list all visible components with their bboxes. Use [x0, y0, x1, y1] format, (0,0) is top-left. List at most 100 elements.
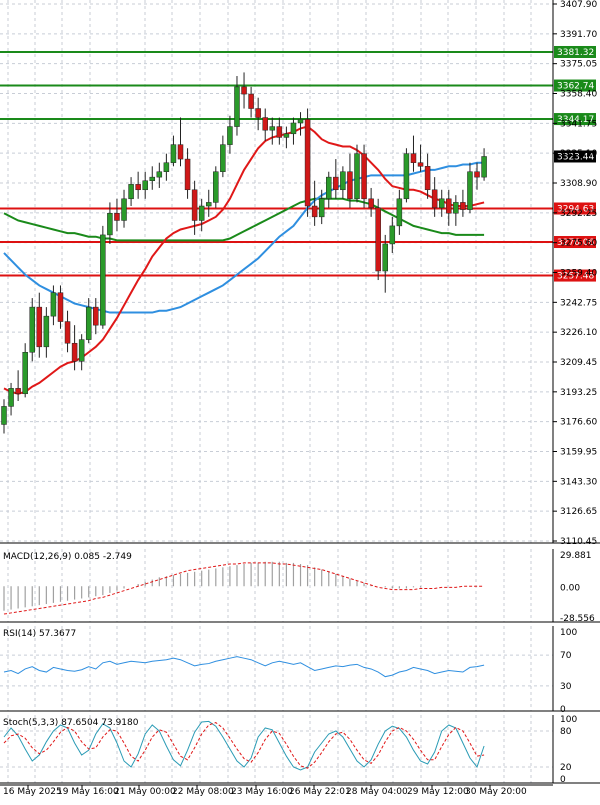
candle-body: [347, 171, 353, 200]
x-tick-label: 16 May 2025: [3, 787, 62, 797]
candle-body: [220, 144, 226, 172]
candle-body: [417, 162, 424, 167]
stoch-tick-label: 80: [560, 727, 572, 737]
price-tick-label: 3391.70: [560, 30, 597, 40]
price-tick-label: 3375.05: [560, 60, 597, 70]
x-tick-label: 21 May 00:00: [114, 787, 176, 797]
price-tick-label: 3159.95: [560, 448, 597, 458]
rsi-tick-label: 30: [560, 682, 572, 692]
grid-layer: [0, 0, 553, 783]
x-tick-label: 28 May 04:00: [346, 787, 408, 797]
candle-body: [290, 122, 297, 135]
candle-body: [100, 234, 106, 326]
candle-body: [149, 176, 156, 181]
price-tick-label: 3209.45: [560, 358, 597, 368]
ma-slow-line: [3, 197, 485, 242]
candle-body: [255, 108, 261, 118]
candle-body: [213, 171, 219, 203]
level-tag-label: 3381.32: [557, 48, 594, 58]
x-tick-label: 26 May 22:01: [289, 787, 351, 797]
candle-body: [198, 205, 205, 221]
stoch-tick-label: 100: [560, 715, 577, 725]
candle-body: [304, 119, 311, 207]
candle-body: [283, 133, 290, 138]
rsi-tick-label: 70: [560, 651, 572, 661]
macd-label: MACD(12,26,9) 0.085 -2.749: [3, 552, 132, 562]
candle-body: [262, 117, 268, 131]
price-tick-label: 3126.65: [560, 507, 597, 517]
price-tick-label: 3176.60: [560, 418, 597, 428]
candle-body: [22, 352, 28, 395]
candle-body: [318, 198, 325, 218]
candle-body: [368, 198, 374, 209]
candle-body: [361, 153, 367, 200]
price-tick-label: 3341.75: [560, 119, 597, 129]
candle-body: [382, 243, 388, 272]
x-tick-label: 29 May 12:00: [407, 787, 469, 797]
candle-body: [71, 342, 78, 362]
candles: [1, 72, 487, 434]
candle-body: [438, 198, 445, 209]
candle-body: [78, 339, 85, 362]
price-tick-label: 3242.75: [560, 298, 597, 308]
price-tick-label: 3110.45: [560, 537, 597, 547]
candle-body: [467, 171, 473, 210]
candle-body: [36, 306, 43, 348]
candle-body: [177, 144, 184, 160]
stoch-tick-label: 20: [560, 763, 572, 773]
macd-panel: [3, 561, 485, 615]
candle-body: [248, 93, 254, 109]
price-tick-label: 3292.25: [560, 209, 597, 219]
candle-body: [121, 198, 127, 221]
candle-body: [340, 171, 346, 191]
ma-mid-line: [3, 161, 485, 314]
candle-body: [57, 292, 64, 322]
candle-body: [184, 158, 191, 191]
candle-body: [163, 162, 170, 172]
candle-body: [276, 126, 283, 138]
candle-body: [375, 207, 381, 272]
rsi-tick-label: 100: [560, 628, 577, 638]
candle-body: [107, 212, 113, 236]
price-tick-label: 3143.30: [560, 477, 597, 487]
price-tick-label: 3226.10: [560, 328, 597, 338]
x-tick-label: 19 May 16:00: [57, 787, 119, 797]
candle-body: [43, 315, 50, 348]
candle-body: [227, 126, 233, 145]
candle-body: [234, 86, 240, 127]
candle-body: [205, 202, 212, 207]
price-tick-label: 3259.40: [560, 269, 597, 279]
candle-body: [410, 153, 417, 163]
candle-body: [50, 292, 57, 317]
candle-body: [29, 306, 35, 353]
candle-body: [93, 306, 99, 326]
candle-body: [8, 388, 14, 407]
candle-body: [453, 202, 459, 214]
horizontal-levels: 3381.323362.743344.173294.633276.063257.…: [0, 45, 596, 282]
candle-body: [431, 189, 438, 209]
rsi-tick-label: 0: [560, 705, 566, 715]
macd-tick-label: -28.556: [560, 614, 595, 624]
price-tick-label: 3325.10: [560, 149, 597, 159]
x-tick-label: 30 May 20:00: [465, 787, 527, 797]
candle-body: [1, 406, 7, 425]
candle-body: [481, 156, 487, 178]
candle-body: [170, 144, 177, 163]
stoch-label: Stoch(5,3,3) 87.6504 73.9180: [3, 718, 139, 728]
candle-body: [128, 184, 134, 200]
price-tick-label: 3308.90: [560, 179, 597, 189]
price-tick-label: 3358.40: [560, 90, 597, 100]
x-tick-label: 22 May 08:00: [172, 787, 234, 797]
candle-body: [15, 388, 21, 395]
macd-tick-label: 0.00: [560, 584, 580, 594]
candle-body: [333, 176, 339, 191]
candle-body: [156, 171, 163, 178]
x-tick-label: 23 May 16:00: [231, 787, 293, 797]
candle-body: [142, 180, 148, 191]
rsi-panel: [0, 654, 553, 687]
stoch-tick-label: 0: [560, 775, 566, 785]
stoch-k-line: [3, 720, 485, 771]
candle-body: [135, 184, 141, 191]
candle-body: [297, 119, 304, 124]
candle-body: [474, 171, 480, 178]
